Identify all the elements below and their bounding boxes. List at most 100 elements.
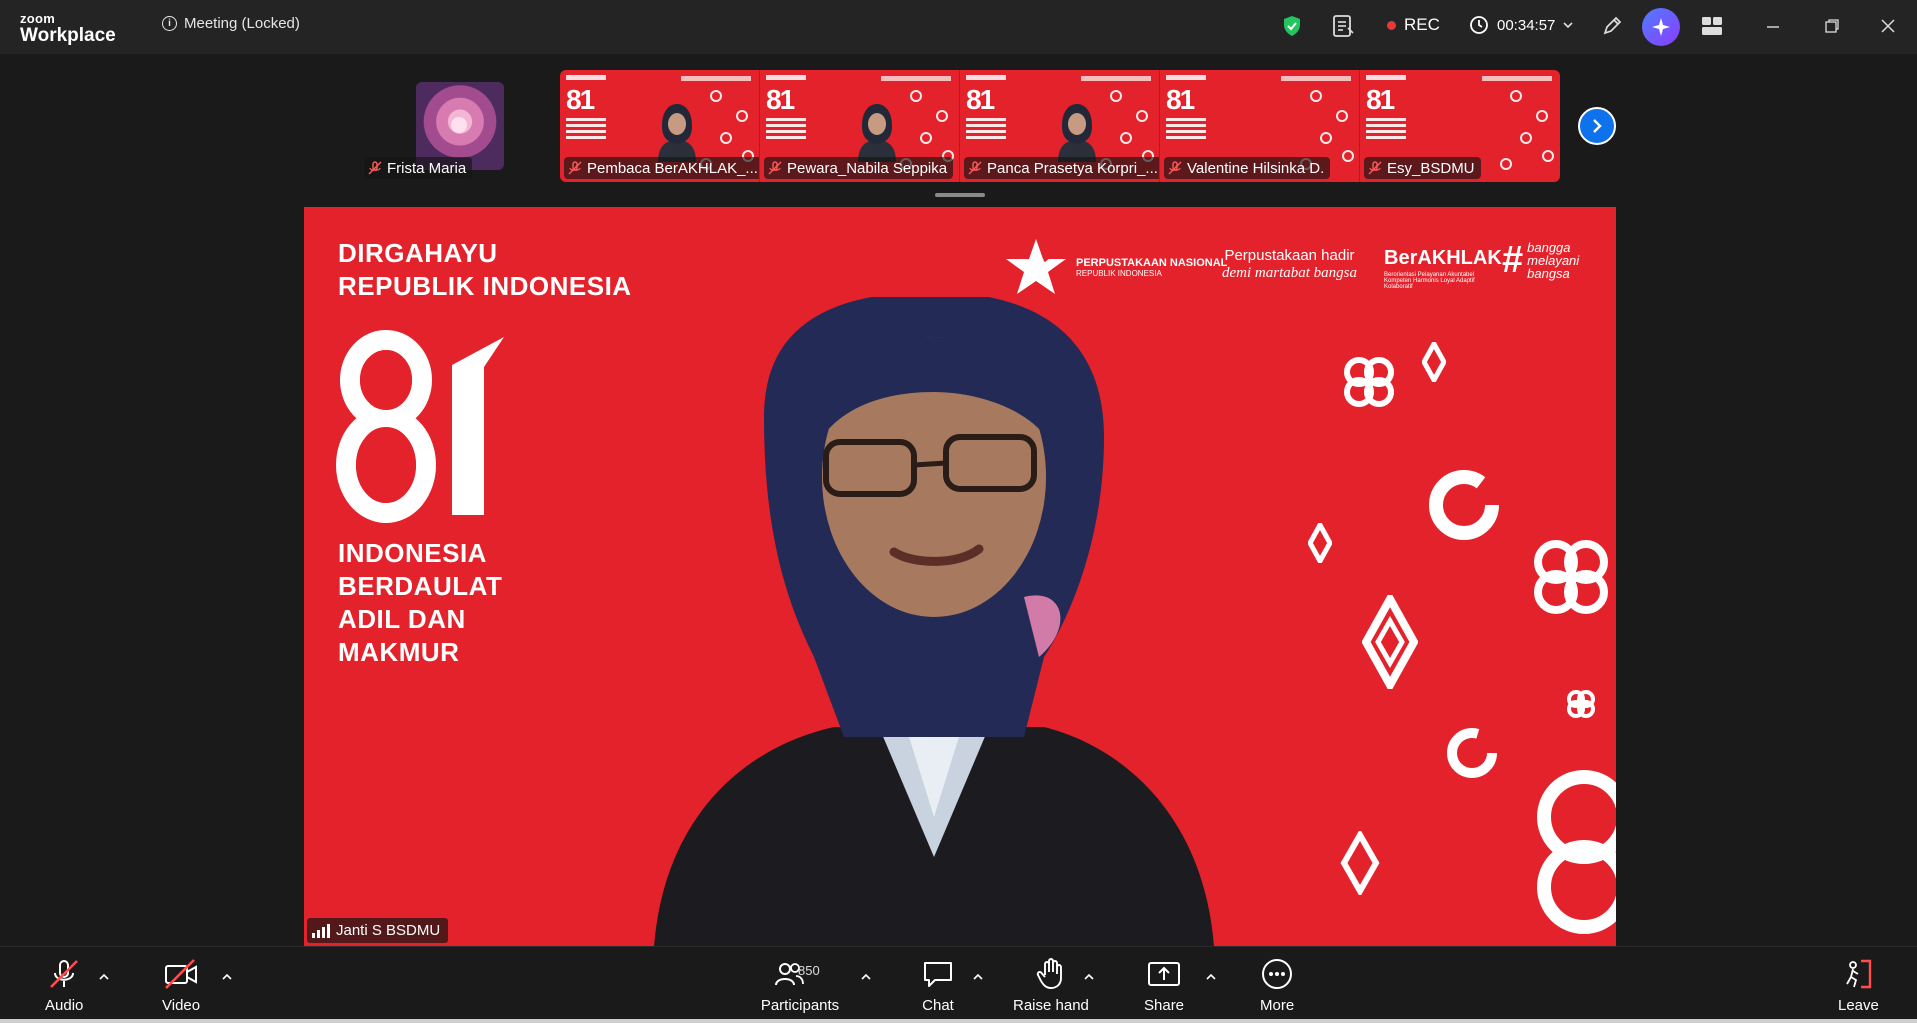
audio-button[interactable]: Audio: [45, 957, 83, 1014]
banner-title-line1: DIRGAHAYU: [338, 238, 498, 268]
apps-icon[interactable]: [1701, 16, 1723, 36]
share-label: Share: [1144, 997, 1185, 1014]
minimize-window-button[interactable]: [1765, 18, 1781, 34]
ornament-diamond-icon: [1308, 523, 1332, 563]
annotate-pen-icon[interactable]: [1601, 15, 1623, 37]
chevron-up-icon: [99, 973, 109, 980]
video-label: Video: [162, 997, 201, 1014]
share-screen-button[interactable]: Share: [1144, 957, 1184, 1014]
tagline-line: MAKMUR: [338, 637, 460, 667]
audio-options-caret[interactable]: [97, 971, 111, 981]
reactions-options-caret[interactable]: [1082, 971, 1096, 981]
ai-companion-button[interactable]: [1642, 8, 1680, 46]
mic-muted-icon: [568, 161, 582, 175]
more-button[interactable]: More: [1260, 957, 1294, 1014]
next-page-button[interactable]: [1578, 107, 1616, 145]
ornament-diamond-icon: [1362, 595, 1418, 689]
participant-thumbnail[interactable]: 81 Esy_BSDMU: [1360, 70, 1560, 182]
mic-muted-icon: [50, 960, 79, 988]
restore-window-button[interactable]: [1824, 18, 1840, 34]
perpus-sub: REPUBLIK INDONESIA: [1076, 268, 1162, 278]
chevron-up-icon: [1206, 973, 1216, 980]
banner-mini-logos: [881, 76, 951, 81]
chevron-up-icon: [222, 973, 232, 980]
participant-name: Pembaca BerAKHLAK_...: [587, 159, 758, 177]
video-button[interactable]: Video: [162, 957, 200, 1014]
ornament-icon: [1136, 110, 1148, 122]
timer-value: 00:34:57: [1497, 16, 1556, 34]
active-speaker-name-tag: Janti S BSDMU: [307, 918, 449, 943]
share-options-caret[interactable]: [1204, 971, 1218, 981]
encryption-shield-icon[interactable]: [1282, 15, 1302, 37]
window-bottom-edge: [0, 1019, 1917, 1023]
meeting-title: Meeting (Locked): [184, 15, 300, 32]
berakhlak-logo: BerAKHLAK Berorientasi Pelayanan Akuntab…: [1384, 247, 1502, 290]
meeting-timer[interactable]: 00:34:57: [1469, 15, 1573, 35]
participant-thumbnail[interactable]: 81 Valentine Hilsinka D.: [1160, 70, 1360, 182]
participants-options-caret[interactable]: [859, 971, 873, 981]
leave-meeting-button[interactable]: Leave: [1838, 957, 1879, 1014]
recording-indicator[interactable]: REC: [1387, 15, 1440, 35]
more-label: More: [1260, 997, 1295, 1014]
leave-door-icon: [1846, 959, 1872, 989]
chevron-up-icon: [1084, 973, 1094, 980]
participant-name: Frista Maria: [387, 159, 467, 177]
ornament-swirl-icon: [1429, 470, 1499, 540]
meeting-info-button[interactable]: i Meeting (Locked): [162, 15, 300, 32]
audio-label: Audio: [45, 997, 84, 1014]
participant-video-feed: [1058, 104, 1096, 162]
leave-label: Leave: [1838, 997, 1879, 1014]
sparkle-icon: [1652, 18, 1670, 36]
tagline-line: BERDAULAT: [338, 571, 503, 601]
ornament-icon: [910, 90, 922, 102]
banner-mini-title: [1166, 75, 1206, 80]
participant-name: Valentine Hilsinka D.: [1187, 159, 1325, 177]
ornament-icon: [1520, 132, 1532, 144]
record-dot-icon: [1387, 20, 1396, 30]
berakhlak-text: BerAKHLAK: [1384, 247, 1502, 269]
ornament-icon: [1310, 90, 1322, 102]
ornament-icon: [1120, 132, 1132, 144]
participants-button[interactable]: 850 Participants: [760, 957, 840, 1014]
banner-mini-tagline: [1366, 118, 1406, 142]
chat-options-caret[interactable]: [971, 971, 985, 981]
close-window-button[interactable]: [1880, 18, 1896, 34]
participant-name: Panca Prasetya Korpri_...: [987, 159, 1158, 177]
slogan-logo: Perpustakaan hadir demi martabat bangsa: [1222, 247, 1357, 282]
ornament-icon: [1542, 150, 1554, 162]
share-screen-icon: [1148, 962, 1181, 986]
chevron-up-icon: [861, 973, 871, 980]
banner-mini-81: 81: [1366, 84, 1395, 115]
participants-count: 850: [798, 963, 820, 978]
banner-mini-tagline: [1166, 118, 1206, 142]
ornament-icon: [1510, 90, 1522, 102]
meeting-controls-toolbar: Audio Video 850 Participants Chat Raise …: [0, 946, 1917, 1023]
participant-video-feed: [658, 104, 696, 162]
star-emblem-icon: [1006, 239, 1066, 294]
chat-bubble-icon: [924, 962, 952, 987]
chevron-up-icon: [973, 973, 983, 980]
mic-muted-icon: [968, 161, 982, 175]
slogan-line2: demi martabat bangsa: [1222, 265, 1357, 281]
active-speaker-video[interactable]: DIRGAHAYU REPUBLIK INDONESIA INDONESIA B…: [304, 207, 1616, 946]
ornament-knot-icon: [1537, 770, 1616, 934]
participants-label: Participants: [760, 997, 840, 1014]
berakhlak-subtext: Berorientasi Pelayanan Akuntabel Kompete…: [1384, 272, 1475, 290]
ornament-diamond-icon: [1340, 831, 1380, 895]
participant-thumbnail[interactable]: 81 Pembaca BerAKHLAK_...: [560, 70, 760, 182]
banner-mini-tagline: [566, 118, 606, 142]
notes-icon[interactable]: [1332, 14, 1354, 38]
banner-mini-logos: [1281, 76, 1351, 81]
raise-hand-button[interactable]: Raise hand: [1013, 957, 1089, 1014]
participant-thumbnail[interactable]: 81 Pewara_Nabila Seppika: [760, 70, 960, 182]
participant-thumbnail[interactable]: 81 Panca Prasetya Korpri_...: [960, 70, 1160, 182]
banner-mini-tagline: [966, 118, 1006, 142]
chat-button[interactable]: Chat: [922, 957, 954, 1014]
banner-tagline: INDONESIA BERDAULAT ADIL DAN MAKMUR: [338, 537, 502, 669]
resize-drag-handle[interactable]: [935, 193, 985, 197]
camera-off-icon: [165, 959, 198, 989]
participant-video-feed: [858, 104, 896, 162]
video-options-caret[interactable]: [220, 971, 234, 981]
participant-name: Esy_BSDMU: [1387, 159, 1475, 177]
brand-bottom: Workplace: [20, 25, 116, 46]
